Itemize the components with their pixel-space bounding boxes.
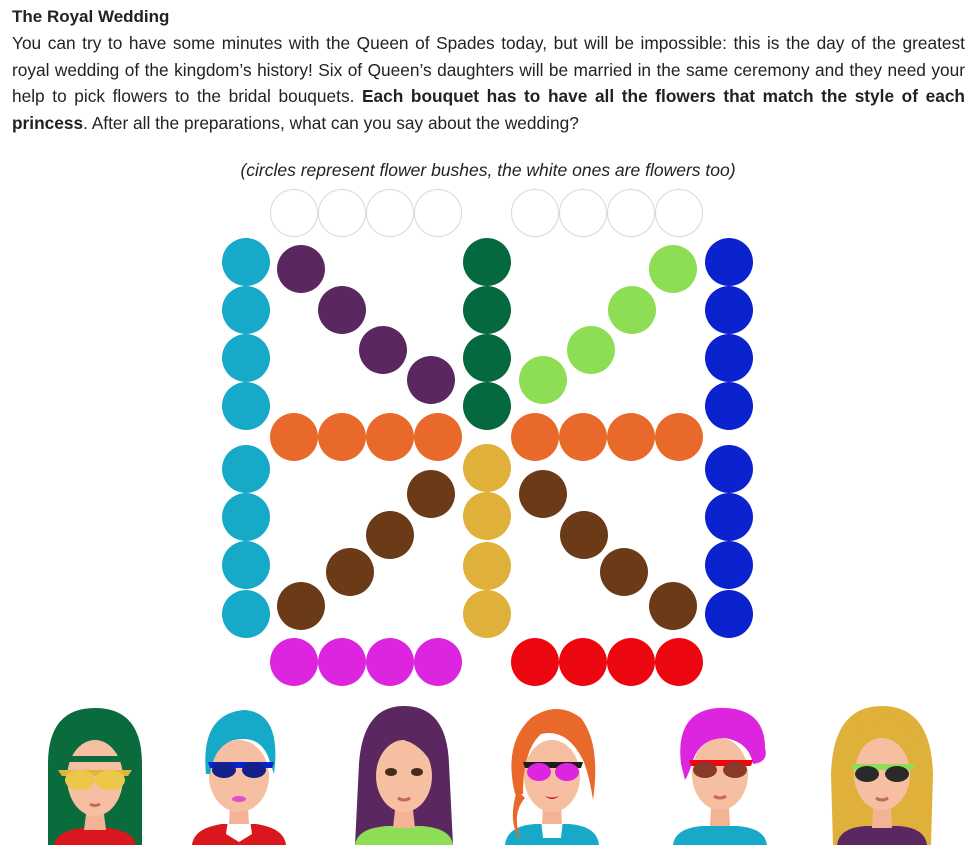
flower-bush-blue bbox=[705, 334, 753, 382]
flower-bush-magenta bbox=[270, 638, 318, 686]
flower-bush-blue bbox=[705, 238, 753, 286]
flower-bush-dark-green bbox=[463, 382, 511, 430]
princess-teal-hair bbox=[184, 704, 294, 845]
flower-bush-dark-green bbox=[463, 238, 511, 286]
flower-bush-brown bbox=[326, 548, 374, 596]
flower-bush-orange bbox=[318, 413, 366, 461]
flower-bush-mustard bbox=[463, 542, 511, 590]
flower-bush-brown bbox=[519, 470, 567, 518]
flower-bush-teal bbox=[222, 445, 270, 493]
flower-bush-blue bbox=[705, 286, 753, 334]
puzzle-intro: You can try to have some minutes with th… bbox=[12, 30, 965, 136]
flower-bush-mustard bbox=[463, 492, 511, 540]
flower-bush-light-green bbox=[649, 245, 697, 293]
flower-bush-red bbox=[511, 638, 559, 686]
flower-bush-blue bbox=[705, 541, 753, 589]
flower-bush-teal bbox=[222, 493, 270, 541]
flower-bush-brown bbox=[649, 582, 697, 630]
flower-bush-teal bbox=[222, 590, 270, 638]
flower-bush-light-green bbox=[567, 326, 615, 374]
princess-magenta-hair bbox=[665, 704, 775, 845]
flower-bush-white bbox=[607, 189, 655, 237]
flower-bush-purple bbox=[407, 356, 455, 404]
flower-bush-white bbox=[414, 189, 462, 237]
flower-bush-orange bbox=[414, 413, 462, 461]
puzzle-title: The Royal Wedding bbox=[12, 7, 170, 26]
flower-bush-orange bbox=[270, 413, 318, 461]
flower-bush-red bbox=[655, 638, 703, 686]
flower-bush-purple bbox=[359, 326, 407, 374]
flower-bush-white bbox=[511, 189, 559, 237]
flower-bush-magenta bbox=[318, 638, 366, 686]
flower-bush-magenta bbox=[366, 638, 414, 686]
flower-bush-orange bbox=[607, 413, 655, 461]
flower-bush-red bbox=[559, 638, 607, 686]
flower-bush-blue bbox=[705, 493, 753, 541]
flower-bush-purple bbox=[277, 245, 325, 293]
flower-bush-dark-green bbox=[463, 334, 511, 382]
flower-bush-orange bbox=[559, 413, 607, 461]
flower-bush-light-green bbox=[608, 286, 656, 334]
flower-bush-blue bbox=[705, 382, 753, 430]
flower-bush-brown bbox=[366, 511, 414, 559]
flower-bush-white bbox=[366, 189, 414, 237]
flower-bush-brown bbox=[560, 511, 608, 559]
flower-bush-magenta bbox=[414, 638, 462, 686]
flower-bush-white bbox=[559, 189, 607, 237]
flower-bush-blue bbox=[705, 445, 753, 493]
flower-bush-teal bbox=[222, 334, 270, 382]
flower-bush-brown bbox=[600, 548, 648, 596]
flower-bush-white bbox=[318, 189, 366, 237]
flower-bush-mustard bbox=[463, 444, 511, 492]
flower-bush-light-green bbox=[519, 356, 567, 404]
flower-bush-brown bbox=[407, 470, 455, 518]
flower-bush-brown bbox=[277, 582, 325, 630]
flower-bush-teal bbox=[222, 286, 270, 334]
flower-bush-teal bbox=[222, 238, 270, 286]
flower-bush-white bbox=[270, 189, 318, 237]
princess-purple-hair bbox=[349, 704, 459, 845]
flower-bush-mustard bbox=[463, 590, 511, 638]
princess-orange-hair bbox=[497, 704, 607, 845]
princess-green-hair bbox=[40, 704, 150, 845]
flower-bush-orange bbox=[655, 413, 703, 461]
flower-bush-orange bbox=[511, 413, 559, 461]
board-caption: (circles represent flower bushes, the wh… bbox=[240, 160, 736, 180]
flower-bush-blue bbox=[705, 590, 753, 638]
flower-bush-teal bbox=[222, 382, 270, 430]
princess-mustard-hair bbox=[827, 704, 937, 845]
flower-bush-teal bbox=[222, 541, 270, 589]
flower-bush-purple bbox=[318, 286, 366, 334]
flower-bush-red bbox=[607, 638, 655, 686]
flower-bush-orange bbox=[366, 413, 414, 461]
intro-text-2: . After all the preparations, what can y… bbox=[83, 112, 579, 133]
flower-bush-dark-green bbox=[463, 286, 511, 334]
flower-bush-white bbox=[655, 189, 703, 237]
